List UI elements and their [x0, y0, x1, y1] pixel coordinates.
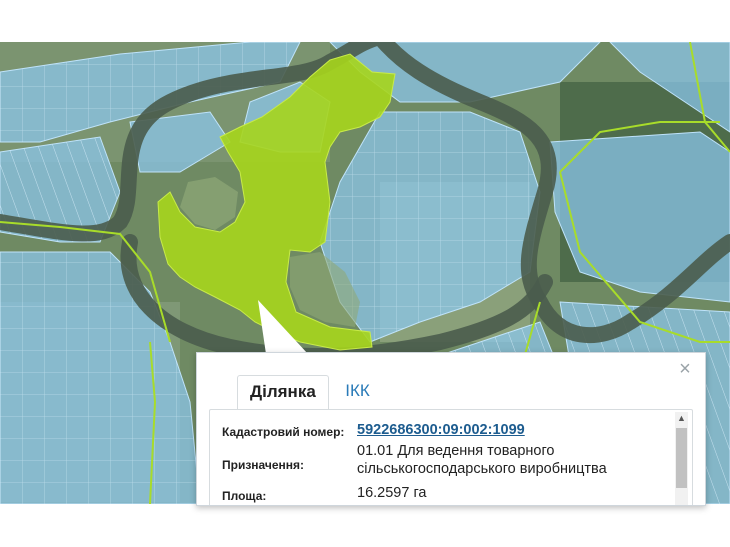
purpose-row: Призначення: 01.01 Для ведення товарного…: [222, 442, 672, 482]
area-label: Площа:: [222, 489, 267, 503]
purpose-value-line1: 01.01 Для ведення товарного: [357, 443, 555, 459]
purpose-value-line2: сільськогосподарського виробництва: [357, 461, 607, 477]
tab-panel: Кадастровий номер: 5922686300:09:002:109…: [209, 409, 693, 505]
cadastral-row: Кадастровий номер: 5922686300:09:002:109…: [222, 418, 672, 442]
popup-scrollbar[interactable]: ▲: [675, 412, 688, 505]
area-value: 16.2597 га: [357, 485, 427, 501]
popup-tabs: Ділянка ІКК: [237, 375, 382, 410]
close-icon[interactable]: ×: [677, 359, 693, 379]
scroll-thumb[interactable]: [676, 428, 687, 488]
cadastral-label: Кадастровий номер:: [222, 425, 345, 439]
purpose-label: Призначення:: [222, 458, 305, 472]
tab-parcel[interactable]: Ділянка: [237, 375, 329, 410]
tab-ikk[interactable]: ІКК: [333, 375, 382, 407]
parcel-info-table: Кадастровий номер: 5922686300:09:002:109…: [222, 418, 672, 505]
parcel-info-popup: × Ділянка ІКК Кадастровий номер: 5922686…: [196, 352, 706, 506]
area-row: Площа: 16.2597 га: [222, 482, 672, 505]
cadastral-number-link[interactable]: 5922686300:09:002:1099: [357, 421, 525, 439]
popup-pointer: [258, 300, 308, 354]
scroll-up-icon[interactable]: ▲: [675, 412, 688, 425]
